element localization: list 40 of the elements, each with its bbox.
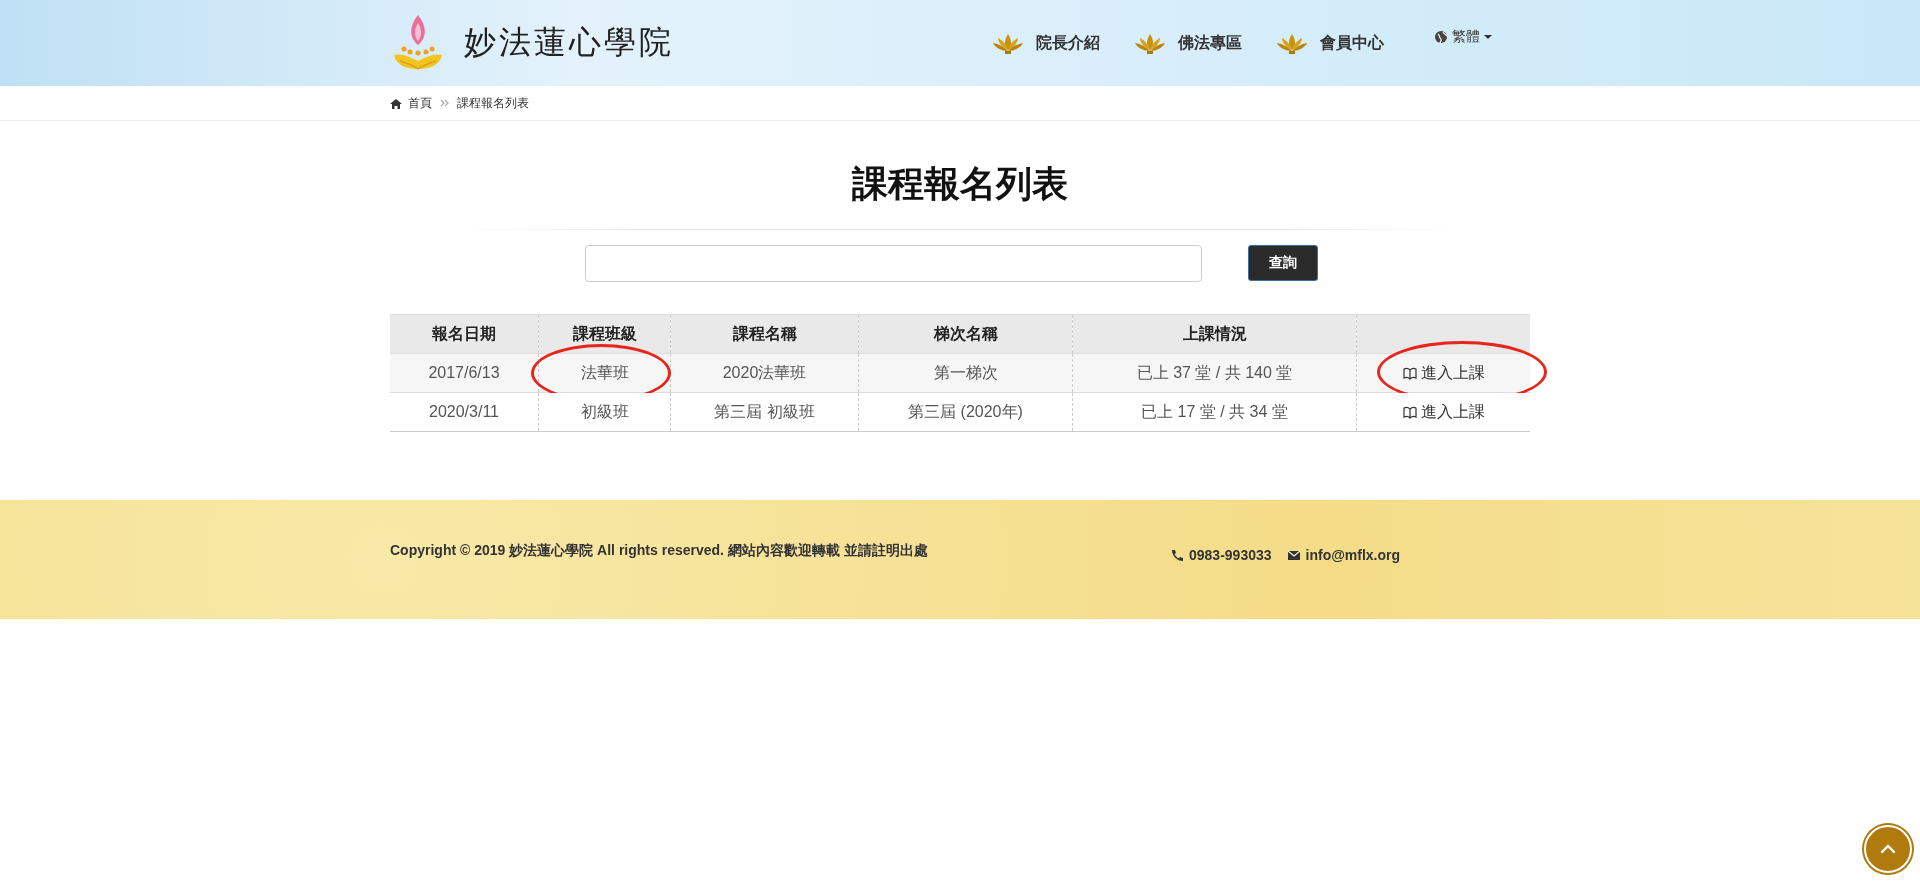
table-cell: 第三屆 初級班	[670, 392, 859, 432]
language-dropdown[interactable]: 繁體	[1434, 28, 1492, 46]
table-cell: 2020法華班	[670, 353, 859, 393]
nav-link[interactable]: 院長介紹	[992, 30, 1100, 56]
chevron-icon	[440, 99, 449, 107]
phone-number: 0983-993033	[1189, 547, 1272, 563]
nav-link[interactable]: 佛法專區	[1134, 30, 1242, 56]
page-title: 課程報名列表	[851, 162, 1069, 206]
enter-class-link[interactable]: 進入上課	[1402, 401, 1485, 423]
column-header: 課程名稱	[670, 314, 859, 354]
column-header: 梯次名稱	[858, 314, 1073, 354]
back-to-top-button[interactable]	[1864, 825, 1912, 873]
book-icon	[1402, 405, 1417, 419]
table-cell: 第一梯次	[858, 353, 1073, 393]
phone-icon	[1170, 548, 1184, 562]
book-icon	[1402, 366, 1417, 380]
column-header: 報名日期	[390, 314, 539, 354]
nav-link[interactable]: 會員中心	[1276, 30, 1384, 56]
table-cell: 初級班	[538, 392, 671, 432]
table-cell: 2017/6/13	[390, 353, 539, 393]
mail-icon	[1286, 548, 1301, 562]
breadcrumb-link[interactable]: 首頁	[408, 94, 432, 112]
chevron-up-icon	[1879, 842, 1897, 856]
table-cell: 第三屆 (2020年)	[858, 392, 1073, 432]
column-header: 課程班級	[538, 314, 671, 354]
enter-class-link[interactable]: 進入上課	[1402, 362, 1485, 384]
copyright-text: Copyright © 2019 妙法蓮心學院 All rights reserved. 網站內容歡迎轉載 並請註明出處	[390, 542, 929, 560]
breadcrumb-current: 課程報名列表	[457, 94, 529, 112]
table-cell: 已上 37 堂 / 共 140 堂	[1072, 353, 1357, 393]
table-cell: 2020/3/11	[390, 392, 539, 432]
caret-icon	[1484, 35, 1492, 39]
globe-icon	[1434, 30, 1448, 44]
email-link[interactable]: info@mflx.org	[1305, 547, 1401, 563]
table-cell: 已上 17 堂 / 共 34 堂	[1072, 392, 1357, 432]
site-title: 妙法蓮心學院	[464, 22, 674, 63]
site-logo[interactable]: 妙法蓮心學院	[390, 11, 674, 75]
home-icon	[390, 97, 402, 109]
column-header: 上課情況	[1072, 314, 1357, 354]
search-field[interactable]	[585, 245, 1202, 282]
search-button[interactable]: 查詢	[1248, 245, 1318, 281]
